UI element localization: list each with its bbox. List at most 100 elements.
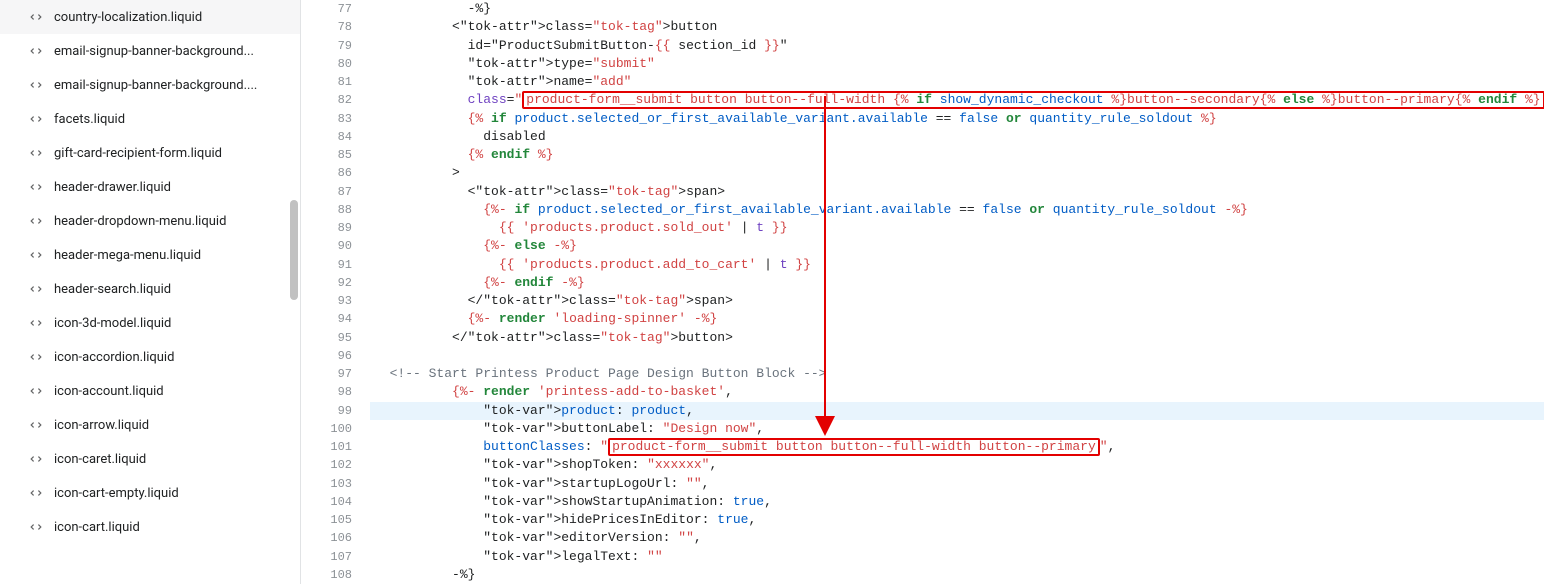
code-line-82[interactable]: class="product-form__submit button butto… bbox=[370, 91, 1544, 109]
code-line-97[interactable]: <!-- Start Printess Product Page Design … bbox=[370, 365, 1544, 383]
line-number: 97 bbox=[301, 365, 352, 383]
line-number: 78 bbox=[301, 18, 352, 36]
file-name-label: icon-account.liquid bbox=[54, 384, 164, 399]
file-item-icon-caret-liquid[interactable]: icon-caret.liquid bbox=[0, 442, 300, 476]
file-sidebar[interactable]: country-localization.liquid email-signup-… bbox=[0, 0, 300, 584]
code-content[interactable]: -%} <"tok-attr">class="tok-tag">button i… bbox=[370, 0, 1544, 584]
code-line-103[interactable]: "tok-var">startupLogoUrl: "", bbox=[370, 475, 1544, 493]
line-number: 93 bbox=[301, 292, 352, 310]
code-line-89[interactable]: {{ 'products.product.sold_out' | t }} bbox=[370, 219, 1544, 237]
file-item-icon-cart-liquid[interactable]: icon-cart.liquid bbox=[0, 510, 300, 544]
code-file-icon bbox=[28, 43, 44, 59]
file-item-email-signup-banner-background---[interactable]: email-signup-banner-background... bbox=[0, 34, 300, 68]
code-file-icon bbox=[28, 247, 44, 263]
file-item-icon-cart-empty-liquid[interactable]: icon-cart-empty.liquid bbox=[0, 476, 300, 510]
code-line-90[interactable]: {%- else -%} bbox=[370, 237, 1544, 255]
code-line-106[interactable]: "tok-var">editorVersion: "", bbox=[370, 529, 1544, 547]
code-line-108[interactable]: -%} bbox=[370, 566, 1544, 584]
line-number-gutter: 7778798081828384858687888990919293949596… bbox=[300, 0, 370, 584]
file-item-icon-arrow-liquid[interactable]: icon-arrow.liquid bbox=[0, 408, 300, 442]
code-line-78[interactable]: <"tok-attr">class="tok-tag">button bbox=[370, 18, 1544, 36]
scrollbar-thumb[interactable] bbox=[290, 200, 298, 300]
code-line-101[interactable]: buttonClasses: "product-form__submit but… bbox=[370, 438, 1544, 456]
line-number: 96 bbox=[301, 347, 352, 365]
line-number: 106 bbox=[301, 529, 352, 547]
line-number: 98 bbox=[301, 383, 352, 401]
code-line-107[interactable]: "tok-var">legalText: "" bbox=[370, 548, 1544, 566]
code-line-77[interactable]: -%} bbox=[370, 0, 1544, 18]
code-line-83[interactable]: {% if product.selected_or_first_availabl… bbox=[370, 110, 1544, 128]
line-number: 89 bbox=[301, 219, 352, 237]
code-file-icon bbox=[28, 417, 44, 433]
line-number: 84 bbox=[301, 128, 352, 146]
file-item-gift-card-recipient-form-liquid[interactable]: gift-card-recipient-form.liquid bbox=[0, 136, 300, 170]
file-item-header-dropdown-menu-liquid[interactable]: header-dropdown-menu.liquid bbox=[0, 204, 300, 238]
line-number: 103 bbox=[301, 475, 352, 493]
code-line-79[interactable]: id="ProductSubmitButton-{{ section_id }}… bbox=[370, 37, 1544, 55]
code-file-icon bbox=[28, 451, 44, 467]
line-number: 95 bbox=[301, 329, 352, 347]
line-number: 80 bbox=[301, 55, 352, 73]
code-line-80[interactable]: "tok-attr">type="submit" bbox=[370, 55, 1544, 73]
file-name-label: icon-arrow.liquid bbox=[54, 418, 149, 433]
code-file-icon bbox=[28, 77, 44, 93]
file-item-email-signup-banner-background----[interactable]: email-signup-banner-background.... bbox=[0, 68, 300, 102]
line-number: 100 bbox=[301, 420, 352, 438]
file-name-label: gift-card-recipient-form.liquid bbox=[54, 146, 222, 161]
file-name-label: header-mega-menu.liquid bbox=[54, 248, 201, 263]
line-number: 94 bbox=[301, 310, 352, 328]
code-file-icon bbox=[28, 145, 44, 161]
file-item-facets-liquid[interactable]: facets.liquid bbox=[0, 102, 300, 136]
code-line-96[interactable] bbox=[370, 347, 1544, 365]
file-item-header-drawer-liquid[interactable]: header-drawer.liquid bbox=[0, 170, 300, 204]
file-name-label: country-localization.liquid bbox=[54, 10, 202, 25]
line-number: 85 bbox=[301, 146, 352, 164]
file-item-header-mega-menu-liquid[interactable]: header-mega-menu.liquid bbox=[0, 238, 300, 272]
code-file-icon bbox=[28, 281, 44, 297]
code-line-87[interactable]: <"tok-attr">class="tok-tag">span> bbox=[370, 183, 1544, 201]
code-line-102[interactable]: "tok-var">shopToken: "xxxxxx", bbox=[370, 456, 1544, 474]
code-line-98[interactable]: {%- render 'printess-add-to-basket', bbox=[370, 383, 1544, 401]
code-line-81[interactable]: "tok-attr">name="add" bbox=[370, 73, 1544, 91]
file-name-label: icon-accordion.liquid bbox=[54, 350, 174, 365]
code-file-icon bbox=[28, 213, 44, 229]
code-line-93[interactable]: </"tok-attr">class="tok-tag">span> bbox=[370, 292, 1544, 310]
code-line-84[interactable]: disabled bbox=[370, 128, 1544, 146]
code-file-icon bbox=[28, 179, 44, 195]
code-file-icon bbox=[28, 315, 44, 331]
code-line-88[interactable]: {%- if product.selected_or_first_availab… bbox=[370, 201, 1544, 219]
file-name-label: icon-cart.liquid bbox=[54, 520, 140, 535]
line-number: 107 bbox=[301, 548, 352, 566]
code-line-86[interactable]: > bbox=[370, 164, 1544, 182]
code-line-100[interactable]: "tok-var">buttonLabel: "Design now", bbox=[370, 420, 1544, 438]
line-number: 88 bbox=[301, 201, 352, 219]
line-number: 82 bbox=[301, 91, 352, 109]
annotation-box-source: product-form__submit button button--full… bbox=[522, 91, 1544, 109]
code-line-105[interactable]: "tok-var">hidePricesInEditor: true, bbox=[370, 511, 1544, 529]
line-number: 105 bbox=[301, 511, 352, 529]
line-number: 101 bbox=[301, 438, 352, 456]
line-number: 102 bbox=[301, 456, 352, 474]
code-file-icon bbox=[28, 111, 44, 127]
code-file-icon bbox=[28, 9, 44, 25]
code-line-95[interactable]: </"tok-attr">class="tok-tag">button> bbox=[370, 329, 1544, 347]
file-item-icon-accordion-liquid[interactable]: icon-accordion.liquid bbox=[0, 340, 300, 374]
code-line-104[interactable]: "tok-var">showStartupAnimation: true, bbox=[370, 493, 1544, 511]
line-number: 83 bbox=[301, 110, 352, 128]
code-line-92[interactable]: {%- endif -%} bbox=[370, 274, 1544, 292]
code-line-91[interactable]: {{ 'products.product.add_to_cart' | t }} bbox=[370, 256, 1544, 274]
line-number: 79 bbox=[301, 37, 352, 55]
file-item-header-search-liquid[interactable]: header-search.liquid bbox=[0, 272, 300, 306]
code-line-99[interactable]: "tok-var">product: product, bbox=[370, 402, 1544, 420]
line-number: 77 bbox=[301, 0, 352, 18]
code-line-94[interactable]: {%- render 'loading-spinner' -%} bbox=[370, 310, 1544, 328]
file-name-label: icon-3d-model.liquid bbox=[54, 316, 171, 331]
code-line-85[interactable]: {% endif %} bbox=[370, 146, 1544, 164]
file-item-icon-account-liquid[interactable]: icon-account.liquid bbox=[0, 374, 300, 408]
file-item-icon-3d-model-liquid[interactable]: icon-3d-model.liquid bbox=[0, 306, 300, 340]
line-number: 86 bbox=[301, 164, 352, 182]
file-name-label: icon-cart-empty.liquid bbox=[54, 486, 179, 501]
code-editor[interactable]: 7778798081828384858687888990919293949596… bbox=[300, 0, 1544, 584]
file-item-country-localization-liquid[interactable]: country-localization.liquid bbox=[0, 0, 300, 34]
line-number: 87 bbox=[301, 183, 352, 201]
